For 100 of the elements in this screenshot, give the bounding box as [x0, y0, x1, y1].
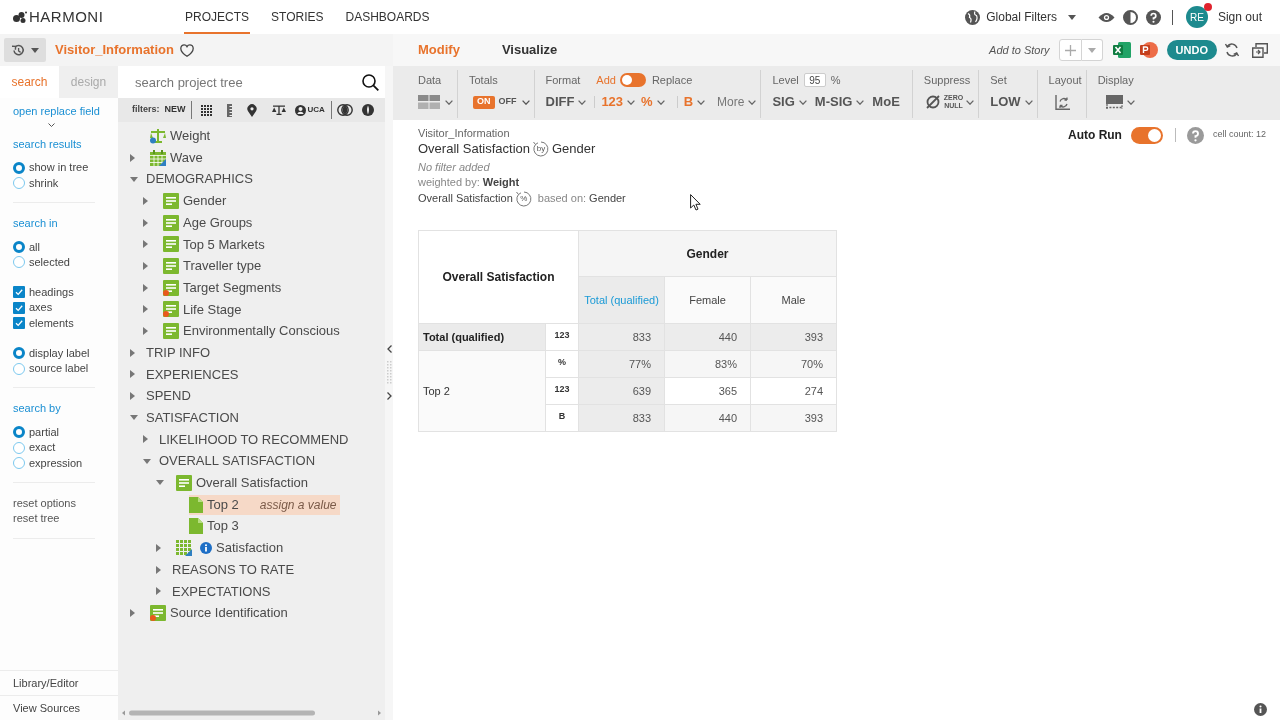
sign-out-link[interactable]: Sign out	[1217, 8, 1262, 26]
map-pin-icon[interactable]	[246, 103, 257, 117]
reset-link[interactable]: reset options	[13, 495, 76, 511]
radio-option[interactable]: show in tree	[13, 160, 89, 176]
tree-folder[interactable]: OVERALL SATISFACTION	[159, 451, 319, 472]
tree-item[interactable]: Satisfaction	[176, 537, 287, 558]
reset-link[interactable]: reset tree	[13, 510, 60, 526]
radio-option[interactable]: expression	[13, 455, 83, 471]
presentation-icon[interactable]	[1139, 41, 1158, 59]
footer-link[interactable]: View Sources	[13, 699, 81, 717]
tree-folder[interactable]: EXPERIENCES	[146, 364, 242, 385]
caret-down-icon[interactable]	[143, 458, 151, 464]
add-button[interactable]	[1058, 39, 1082, 61]
spreadsheet-icon[interactable]	[1112, 41, 1131, 59]
radio-option[interactable]: all	[13, 239, 40, 255]
screen-icon[interactable]	[1252, 42, 1268, 58]
scale-icon[interactable]	[271, 105, 286, 115]
tree-folder[interactable]: DEMOGRAPHICS	[146, 169, 256, 190]
caret-right-icon[interactable]	[156, 587, 161, 596]
drag-handle-icon[interactable]	[386, 361, 392, 384]
uca-filter-button[interactable]: UCA	[294, 104, 325, 116]
help-icon[interactable]	[1145, 9, 1161, 25]
nav-tab[interactable]: STORIES	[270, 0, 325, 34]
caret-down-icon[interactable]	[130, 415, 138, 421]
tree-item[interactable]: Weight	[150, 125, 214, 146]
tree-folder[interactable]: LIKELIHOOD TO RECOMMEND	[159, 429, 352, 450]
caret-right-icon[interactable]	[143, 196, 148, 205]
caret-down-icon[interactable]	[156, 480, 164, 486]
tree-item[interactable]: Top 3	[189, 516, 242, 537]
checkbox-option[interactable]: headings	[13, 284, 74, 300]
story-dropdown-button[interactable]	[1081, 39, 1103, 61]
history-button[interactable]	[4, 38, 46, 62]
tree-item[interactable]: Wave	[150, 147, 206, 168]
ruler-icon[interactable]	[226, 103, 232, 117]
caret-right-icon[interactable]	[156, 543, 161, 552]
search-icon[interactable]	[362, 73, 379, 91]
tree-folder[interactable]: SATISFACTION	[146, 407, 242, 428]
add-replace-switch[interactable]	[619, 73, 646, 87]
caret-right-icon[interactable]	[143, 218, 148, 227]
tree-item[interactable]: Environmentally Conscious	[163, 321, 343, 342]
caret-right-icon[interactable]	[130, 608, 135, 617]
chevron-down-icon[interactable]	[48, 122, 55, 127]
global-filters-dropdown[interactable]: Global Filters	[965, 8, 1076, 26]
caret-right-icon[interactable]	[143, 327, 148, 336]
tree-folder[interactable]: TRIP INFO	[146, 342, 214, 363]
checkbox-option[interactable]: axes	[13, 300, 53, 316]
row-header[interactable]: Total (qualified)	[418, 323, 546, 351]
checkbox-option[interactable]: elements	[13, 315, 74, 331]
auto-run-switch[interactable]	[1130, 126, 1163, 144]
tree-item[interactable]: Gender	[163, 190, 230, 211]
radio-option[interactable]: selected	[13, 254, 70, 270]
collapse-left-icon[interactable]	[386, 345, 392, 353]
level-input[interactable]: 95	[803, 73, 826, 87]
radio-option[interactable]: exact	[13, 439, 56, 456]
caret-right-icon[interactable]	[143, 261, 148, 270]
swap-axes-icon[interactable]	[1054, 94, 1070, 110]
caret-right-icon[interactable]	[130, 392, 135, 401]
tree-item[interactable]: Overall Satisfaction	[176, 472, 311, 493]
column-header[interactable]: Male	[750, 276, 837, 324]
tree-item[interactable]: Age Groups	[163, 212, 256, 233]
significance-option[interactable]: M-SIG	[814, 92, 865, 112]
caret-right-icon[interactable]	[143, 240, 148, 249]
footer-link[interactable]: Library/Editor	[13, 674, 79, 692]
caret-right-icon[interactable]	[130, 153, 135, 162]
info-icon[interactable]	[1254, 702, 1267, 716]
caret-right-icon[interactable]	[130, 370, 135, 379]
data-layout-dropdown[interactable]	[418, 95, 453, 109]
column-header[interactable]: Female	[664, 276, 751, 324]
tree-item[interactable]: Target Segments	[163, 277, 285, 298]
view-tab[interactable]: Visualize	[501, 40, 558, 60]
user-avatar[interactable]: RE	[1185, 6, 1208, 28]
expand-right-icon[interactable]	[386, 392, 392, 400]
nav-tab[interactable]: DASHBOARDS	[344, 0, 431, 34]
open-replace-link[interactable]: open replace field	[13, 103, 100, 120]
tree-item[interactable]: Life Stage	[163, 299, 245, 320]
eye-icon[interactable]	[1097, 11, 1115, 23]
tree-folder[interactable]: SPEND	[146, 386, 194, 407]
radio-option[interactable]: source label	[13, 360, 89, 377]
new-filter-button[interactable]: NEW	[164, 103, 186, 117]
tree-item[interactable]: Top 2 assign a value	[189, 494, 340, 515]
heart-icon[interactable]	[179, 43, 194, 57]
overlap-icon[interactable]	[336, 104, 353, 116]
split-circle-icon[interactable]	[360, 104, 375, 116]
radio-option[interactable]: shrink	[13, 175, 59, 191]
display-dropdown[interactable]	[1105, 95, 1135, 109]
tree-folder[interactable]: EXPECTATIONS	[172, 581, 274, 602]
refresh-icon[interactable]	[1224, 42, 1240, 58]
caret-right-icon[interactable]	[130, 348, 135, 357]
tree-item[interactable]: Top 5 Markets	[163, 234, 268, 255]
caret-down-icon[interactable]	[130, 176, 138, 182]
set-dropdown[interactable]: LOW	[990, 92, 1033, 112]
tree-item[interactable]: Source Identification	[150, 602, 291, 623]
caret-right-icon[interactable]	[143, 283, 148, 292]
caret-right-icon[interactable]	[143, 305, 148, 314]
totals-off-option[interactable]: OFF	[496, 95, 519, 109]
significance-option[interactable]: SIG	[772, 92, 807, 112]
grid-icon[interactable]	[200, 104, 212, 116]
caret-right-icon[interactable]	[156, 565, 161, 574]
row-header[interactable]: Top 2	[418, 350, 546, 432]
tree-folder[interactable]: REASONS TO RATE	[172, 559, 298, 580]
